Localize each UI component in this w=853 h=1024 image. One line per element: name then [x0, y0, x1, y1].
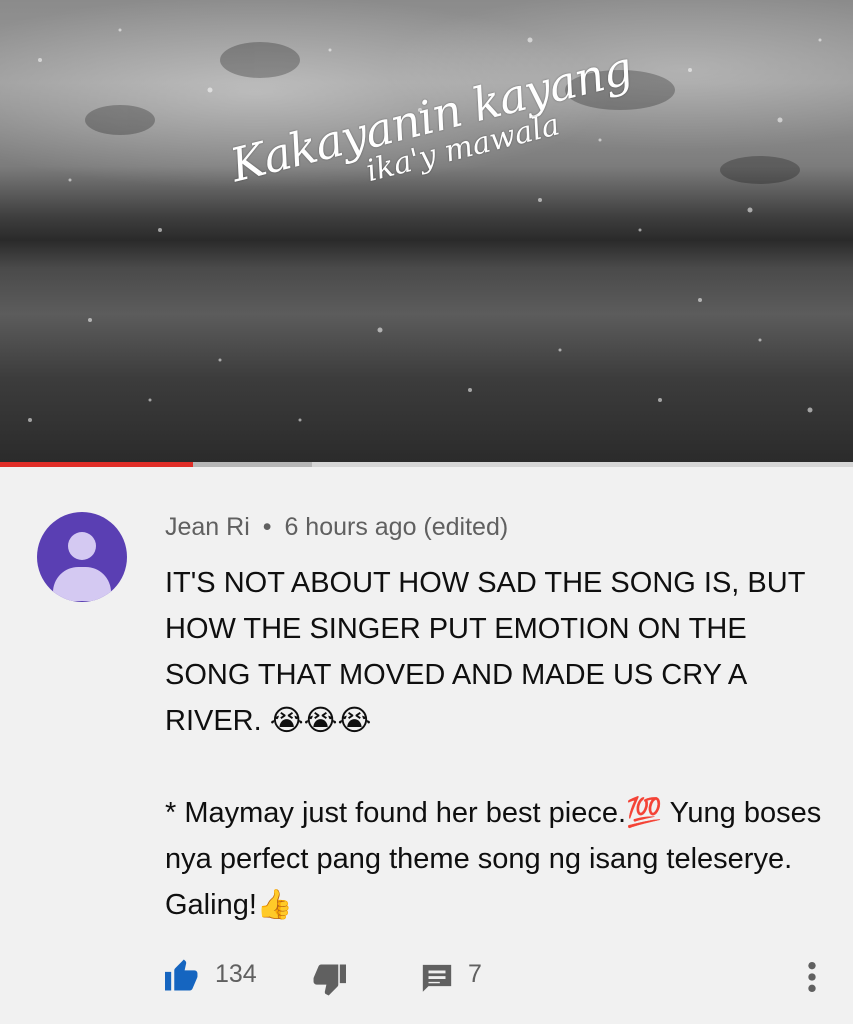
- dislike-icon[interactable]: [310, 963, 348, 997]
- like-icon[interactable]: [163, 958, 201, 992]
- avatar[interactable]: [37, 512, 127, 602]
- avatar-body-shape: [53, 567, 111, 601]
- avatar-head-shape: [68, 532, 96, 560]
- video-progress-bar[interactable]: [0, 462, 853, 467]
- comment-actions: 134 7: [0, 950, 853, 1002]
- comment-text: IT'S NOT ABOUT HOW SAD THE SONG IS, BUT …: [165, 560, 825, 928]
- progress-played: [0, 462, 193, 467]
- reply-icon[interactable]: [420, 962, 454, 996]
- comment-author[interactable]: Jean Ri: [165, 513, 250, 541]
- video-player[interactable]: Kakayanin kayang ika'y mawala: [0, 0, 853, 462]
- comment-paragraph-1: IT'S NOT ABOUT HOW SAD THE SONG IS, BUT …: [165, 567, 805, 737]
- comment-time: 6 hours ago (edited): [284, 513, 509, 541]
- more-vert-icon[interactable]: [802, 960, 822, 994]
- comment-paragraph-2: * Maymay just found her best piece.💯 Yun…: [165, 797, 822, 921]
- rain-texture: [28, 28, 822, 422]
- comment-meta: Jean Ri • 6 hours ago (edited): [165, 513, 508, 542]
- like-count: 134: [215, 960, 257, 988]
- reply-count: 7: [468, 960, 482, 988]
- meta-separator: •: [262, 513, 272, 541]
